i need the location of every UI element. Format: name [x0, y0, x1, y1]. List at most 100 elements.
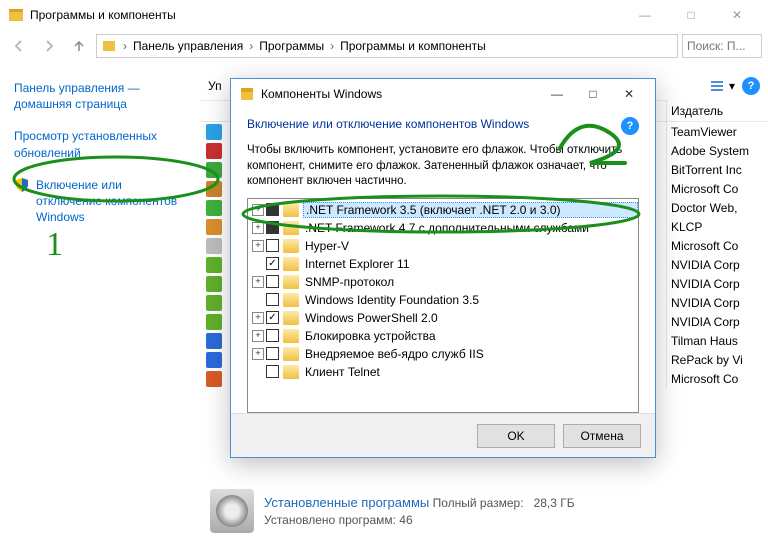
feature-item[interactable]: + Внедряемое веб-ядро служб IIS — [248, 345, 638, 363]
feature-checkbox[interactable] — [266, 329, 279, 342]
dialog-help-button[interactable]: ? — [621, 117, 639, 135]
feature-checkbox[interactable] — [266, 347, 279, 360]
dialog-footer: OK Отмена — [231, 413, 655, 457]
dialog-help-text: Чтобы включить компонент, установите его… — [247, 143, 639, 190]
publisher-cell: Doctor Web, — [667, 198, 768, 217]
publisher-cell: TeamViewer — [667, 122, 768, 141]
dialog-title: Компоненты Windows — [261, 87, 539, 101]
sidebar-link-home[interactable]: Панель управления — домашняя страница — [14, 80, 186, 112]
folder-icon — [283, 239, 299, 253]
feature-label: Hyper-V — [303, 239, 638, 253]
dialog-close-button[interactable]: ✕ — [611, 80, 647, 108]
folder-icon — [283, 311, 299, 325]
nav-up-button[interactable] — [66, 33, 92, 59]
summary-title: Установленные программы — [264, 495, 429, 510]
folder-icon — [283, 221, 299, 235]
expand-toggle[interactable]: + — [252, 348, 264, 360]
bc-item-1[interactable]: Панель управления — [129, 39, 247, 53]
feature-checkbox[interactable] — [266, 365, 279, 378]
feature-checkbox[interactable] — [266, 311, 279, 324]
maximize-button[interactable]: □ — [668, 0, 714, 30]
feature-label: .NET Framework 4.7 с дополнительными слу… — [303, 221, 638, 235]
view-button[interactable]: ▾ — [702, 75, 742, 97]
folder-icon — [283, 257, 299, 271]
program-icon — [200, 238, 228, 254]
feature-checkbox[interactable] — [266, 203, 279, 216]
publisher-cell: NVIDIA Corp — [667, 274, 768, 293]
folder-icon — [283, 365, 299, 379]
col-publisher[interactable]: Издатель — [667, 100, 768, 122]
shield-icon — [14, 177, 30, 193]
feature-item[interactable]: + Windows PowerShell 2.0 — [248, 309, 638, 327]
breadcrumb[interactable]: › Панель управления › Программы › Програ… — [96, 34, 678, 58]
program-icon — [200, 162, 228, 178]
publisher-cell: RePack by Vi — [667, 350, 768, 369]
publisher-cell: Microsoft Co — [667, 369, 768, 388]
expand-toggle[interactable]: + — [252, 204, 264, 216]
sidebar: Панель управления — домашняя страница Пр… — [0, 62, 200, 539]
folder-icon — [283, 203, 299, 217]
publisher-cell: Adobe System — [667, 141, 768, 160]
feature-item[interactable]: + .NET Framework 3.5 (включает .NET 2.0 и… — [248, 201, 638, 219]
dialog-minimize-button[interactable]: — — [539, 80, 575, 108]
feature-item[interactable]: Клиент Telnet — [248, 363, 638, 381]
search-placeholder: Поиск: П... — [687, 39, 746, 53]
feature-checkbox[interactable] — [266, 221, 279, 234]
cancel-button[interactable]: Отмена — [563, 424, 641, 448]
window-title: Программы и компоненты — [30, 8, 622, 22]
program-icon — [200, 143, 228, 159]
breadcrumb-icon — [101, 38, 117, 54]
feature-label: Клиент Telnet — [303, 365, 638, 379]
program-icon — [200, 295, 228, 311]
feature-checkbox[interactable] — [266, 239, 279, 252]
feature-item[interactable]: +Блокировка устройства — [248, 327, 638, 345]
feature-item[interactable]: Windows Identity Foundation 3.5 — [248, 291, 638, 309]
publisher-cell: BitTorrent Inc — [667, 160, 768, 179]
folder-icon — [283, 329, 299, 343]
feature-item[interactable]: + Hyper-V — [248, 237, 638, 255]
expand-toggle[interactable]: + — [252, 312, 264, 324]
organize-button[interactable]: Уп — [208, 79, 222, 93]
close-button[interactable]: ✕ — [714, 0, 760, 30]
publisher-column: Издатель TeamViewerAdobe SystemBitTorren… — [666, 100, 768, 388]
sidebar-link-features-label: Включение или отключение компонентов Win… — [36, 177, 186, 226]
program-icon — [200, 124, 228, 140]
expand-toggle[interactable]: + — [252, 276, 264, 288]
nav-back-button[interactable] — [6, 33, 32, 59]
expand-toggle[interactable]: + — [252, 330, 264, 342]
minimize-button[interactable]: — — [622, 0, 668, 30]
search-input[interactable]: Поиск: П... — [682, 34, 762, 58]
feature-label: Внедряемое веб-ядро служб IIS — [303, 347, 638, 361]
expand-toggle[interactable]: + — [252, 240, 264, 252]
features-tree[interactable]: + .NET Framework 3.5 (включает .NET 2.0 и… — [247, 198, 639, 413]
publisher-cell: NVIDIA Corp — [667, 293, 768, 312]
bc-item-3[interactable]: Программы и компоненты — [336, 39, 490, 53]
expand-toggle — [252, 258, 264, 270]
program-icon — [200, 257, 228, 273]
program-icon — [200, 314, 228, 330]
ok-button[interactable]: OK — [477, 424, 555, 448]
feature-label: .NET Framework 3.5 (включает .NET 2.0 и … — [303, 202, 638, 218]
feature-checkbox[interactable] — [266, 275, 279, 288]
feature-item[interactable]: + .NET Framework 4.7 с дополнительными сл… — [248, 219, 638, 237]
feature-checkbox[interactable] — [266, 293, 279, 306]
feature-label: Windows PowerShell 2.0 — [303, 311, 638, 325]
feature-item[interactable]: Internet Explorer 11 — [248, 255, 638, 273]
feature-item[interactable]: +SNMP-протокол — [248, 273, 638, 291]
bc-item-2[interactable]: Программы — [255, 39, 328, 53]
summary-count: Установлено программ: 46 — [264, 512, 575, 529]
expand-toggle[interactable]: + — [252, 222, 264, 234]
sidebar-link-features[interactable]: Включение или отключение компонентов Win… — [14, 177, 186, 226]
program-icon — [200, 352, 228, 368]
help-button[interactable]: ? — [742, 77, 760, 95]
features-dialog: Компоненты Windows — □ ✕ Включение или о… — [230, 78, 656, 458]
feature-checkbox[interactable] — [266, 257, 279, 270]
nav-forward-button[interactable] — [36, 33, 62, 59]
dialog-maximize-button[interactable]: □ — [575, 80, 611, 108]
publisher-cell: KLCP — [667, 217, 768, 236]
publisher-cell: Tilman Haus — [667, 331, 768, 350]
folder-icon — [283, 293, 299, 307]
dialog-titlebar[interactable]: Компоненты Windows — □ ✕ — [231, 79, 655, 109]
program-icon — [200, 219, 228, 235]
sidebar-link-updates[interactable]: Просмотр установленных обновлений — [14, 128, 186, 160]
